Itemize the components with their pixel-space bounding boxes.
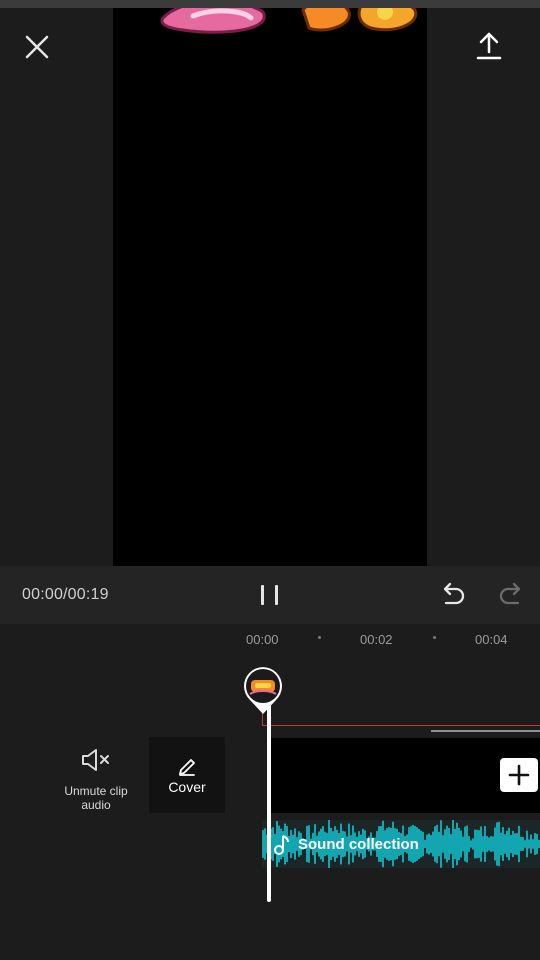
undo-button[interactable] — [438, 580, 466, 608]
waveform-bar — [468, 836, 470, 852]
waveform-bar — [262, 830, 264, 858]
waveform-bar — [522, 837, 524, 851]
waveform-bar — [510, 834, 512, 854]
waveform-bar — [420, 830, 422, 858]
music-note-icon — [274, 835, 289, 855]
waveform-bar — [448, 828, 450, 860]
waveform-bar — [430, 835, 432, 853]
waveform-bar — [464, 826, 466, 862]
waveform-bar — [478, 830, 480, 858]
cover-button[interactable]: Cover — [149, 737, 225, 813]
plus-icon — [508, 764, 530, 786]
muted-speaker-icon — [82, 749, 109, 771]
waveform-bar — [444, 829, 446, 859]
waveform-bar — [434, 826, 436, 862]
audio-track-title: Sound collection — [298, 836, 419, 853]
waveform-bar — [536, 833, 538, 855]
waveform-bar — [480, 826, 482, 862]
waveform-bar — [440, 820, 442, 868]
waveform-bar — [532, 839, 534, 849]
waveform-bar — [534, 833, 536, 855]
waveform-bar — [428, 833, 430, 855]
waveform-bar — [450, 833, 452, 855]
waveform-bar — [528, 839, 530, 849]
waveform-bar — [466, 825, 468, 863]
waveform-bar — [424, 839, 426, 849]
waveform-bar — [456, 822, 458, 866]
waveform-bar — [264, 828, 266, 860]
waveform-bar — [476, 829, 478, 859]
waveform-bar — [446, 825, 448, 863]
logo-image — [160, 8, 418, 34]
redo-button[interactable] — [498, 580, 526, 608]
waveform-bar — [514, 833, 516, 855]
pause-icon — [261, 585, 278, 605]
waveform-bar — [516, 833, 518, 855]
waveform-bar — [502, 827, 504, 861]
waveform-bar — [460, 830, 462, 858]
waveform-bar — [470, 840, 472, 848]
waveform-bar — [524, 840, 526, 848]
waveform-bar — [520, 836, 522, 852]
waveform-bar — [454, 828, 456, 860]
unmute-clip-audio-button[interactable]: Unmute clip audio — [58, 744, 134, 816]
playhead-thumbnail[interactable] — [242, 664, 284, 716]
waveform-bar — [508, 827, 510, 861]
pause-button[interactable] — [258, 582, 282, 608]
timeline-tick: 00:02 — [360, 632, 393, 647]
waveform-bar — [496, 822, 498, 866]
timeline-tick: 00:00 — [246, 632, 279, 647]
status-strip — [0, 0, 540, 8]
time-readout: 00:00/00:19 — [22, 586, 109, 603]
waveform-bar — [504, 834, 506, 854]
waveform-bar — [436, 824, 438, 864]
waveform-bar — [492, 836, 494, 852]
waveform-bar — [482, 836, 484, 852]
redo-icon — [499, 582, 521, 605]
waveform-bar — [500, 832, 502, 856]
timeline-dot — [318, 636, 321, 639]
waveform-bar — [472, 838, 474, 850]
waveform-bar — [290, 829, 292, 859]
playhead[interactable] — [267, 704, 271, 902]
close-button[interactable] — [22, 32, 52, 62]
waveform-bar — [292, 834, 294, 854]
waveform-bar — [518, 825, 520, 863]
clip-thumbnail-image — [244, 667, 282, 714]
waveform-bar — [458, 827, 460, 861]
cover-label: Cover — [168, 779, 206, 795]
waveform-bar — [530, 834, 532, 854]
waveform-bar — [486, 836, 488, 852]
waveform-bar — [484, 826, 486, 862]
waveform-bar — [526, 830, 528, 858]
waveform-bar — [426, 834, 428, 854]
unmute-clip-audio-label: Unmute clip audio — [64, 784, 128, 812]
waveform-bar — [474, 829, 476, 859]
upload-icon — [476, 32, 502, 60]
waveform-bar — [438, 831, 440, 857]
trim-indicator-line — [262, 725, 540, 726]
waveform-bar — [432, 831, 434, 857]
waveform-bar — [422, 831, 424, 857]
timeline-tick: 00:04 — [475, 632, 508, 647]
undo-icon — [443, 582, 465, 605]
waveform-bar — [442, 835, 444, 853]
waveform-bar — [506, 830, 508, 858]
waveform-bar — [490, 836, 492, 852]
waveform-bar — [498, 821, 500, 867]
waveform-bar — [488, 837, 490, 851]
waveform-bar — [462, 836, 464, 852]
waveform-bar — [294, 828, 296, 860]
close-icon — [25, 35, 49, 59]
waveform-bar — [452, 820, 454, 868]
video-preview[interactable] — [113, 8, 427, 566]
edit-pencil-icon — [179, 759, 195, 776]
add-clip-button[interactable] — [500, 758, 538, 792]
waveform-bar — [512, 830, 514, 858]
timeline-dot — [433, 636, 436, 639]
export-button[interactable] — [474, 30, 504, 62]
track-divider — [431, 730, 540, 732]
waveform-bar — [494, 827, 496, 861]
